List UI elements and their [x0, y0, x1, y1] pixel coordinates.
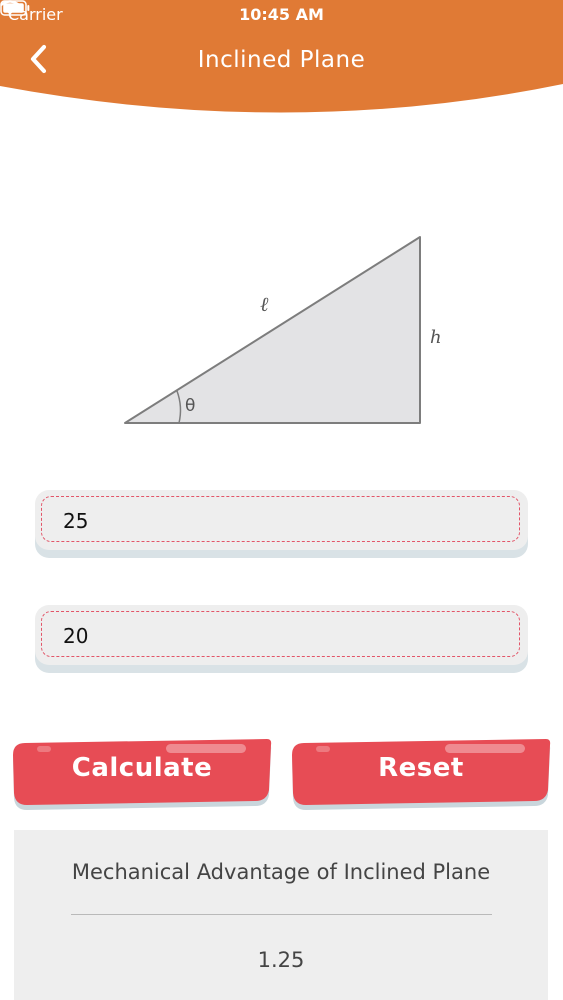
height-input-container	[35, 605, 528, 675]
calculate-label: Calculate	[71, 753, 213, 783]
angle-label: θ	[185, 396, 195, 416]
battery-icon	[0, 0, 30, 16]
length-input[interactable]	[61, 504, 505, 538]
height-label: h	[430, 327, 440, 348]
result-divider	[71, 914, 492, 915]
height-input[interactable]	[61, 619, 505, 653]
clock: 10:45 AM	[239, 5, 324, 24]
result-title: Mechanical Advantage of Inclined Plane	[71, 860, 491, 884]
inclined-plane-diagram: θ ℓ h	[124, 236, 440, 424]
header-bar: Carrier 10:45 AM Inclined Plane	[0, 0, 563, 120]
length-label: ℓ	[260, 292, 269, 316]
status-bar: Carrier 10:45 AM	[0, 0, 563, 30]
result-panel: Mechanical Advantage of Inclined Plane 1…	[14, 830, 548, 1000]
reset-label: Reset	[378, 753, 464, 783]
result-value: 1.25	[257, 948, 305, 972]
reset-button[interactable]: Reset	[290, 735, 552, 810]
page-title: Inclined Plane	[197, 47, 366, 73]
calculate-button[interactable]: Calculate	[11, 735, 273, 810]
incline-triangle	[124, 236, 421, 424]
length-input-container	[35, 490, 528, 560]
